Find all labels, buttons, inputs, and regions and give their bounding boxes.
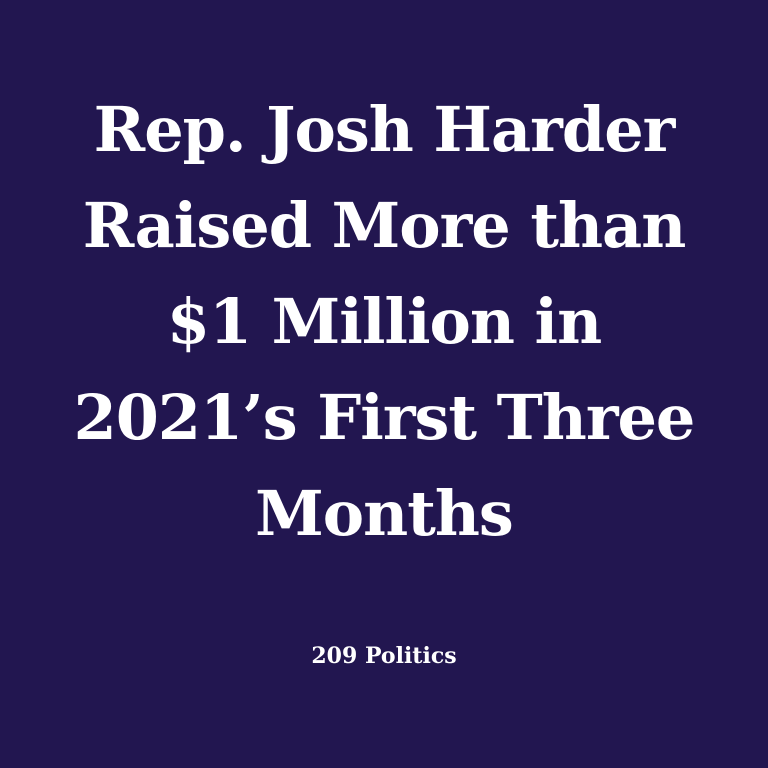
headline-line-3: $1 Million in: [166, 285, 602, 358]
headline-card: Rep. Josh Harder Raised More than $1 Mil…: [0, 0, 768, 768]
headline-line-5: Months: [255, 477, 514, 550]
headline-line-4: 2021’s First Three: [73, 381, 696, 454]
headline: Rep. Josh Harder Raised More than $1 Mil…: [24, 82, 744, 562]
headline-line-1: Rep. Josh Harder: [93, 93, 676, 166]
source-label: 209 Politics: [311, 643, 457, 669]
headline-line-2: Raised More than: [82, 189, 687, 262]
